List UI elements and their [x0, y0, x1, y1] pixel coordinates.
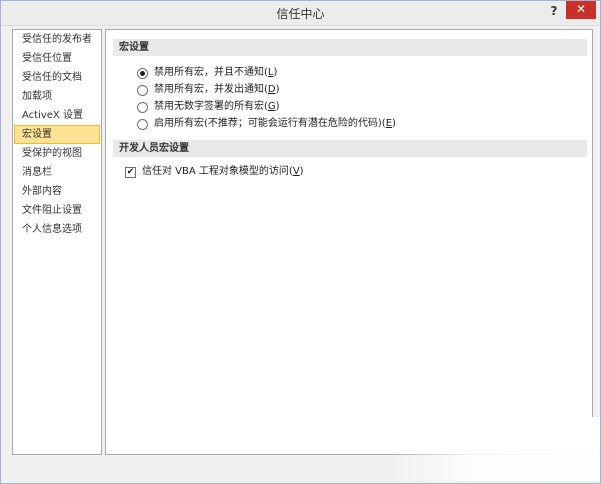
sidebar-item-label: 受信任的文档 — [22, 72, 82, 83]
sidebar-item-macro-settings[interactable]: 宏设置 — [14, 125, 100, 144]
sidebar-item-trusted-locations[interactable]: 受信任位置 — [14, 49, 100, 68]
sidebar-item-message-bar[interactable]: 消息栏 — [14, 163, 100, 182]
sidebar-item-add-ins[interactable]: 加载项 — [14, 87, 100, 106]
sidebar-item-label: 宏设置 — [22, 129, 52, 140]
sidebar-item-external-content[interactable]: 外部内容 — [14, 182, 100, 201]
settings-panel: 宏设置 禁用所有宏，并且不通知(L) 禁用所有宏，并发出通知(D) 禁用无数字签… — [105, 29, 593, 455]
sidebar-item-label: 文件阻止设置 — [22, 205, 82, 216]
sidebar-item-label: ActiveX 设置 — [22, 110, 83, 121]
sidebar-item-trusted-documents[interactable]: 受信任的文档 — [14, 68, 100, 87]
sidebar-item-privacy-options[interactable]: 个人信息选项 — [14, 220, 100, 239]
trust-center-window: 信任中心 ? ✕ 受信任的发布者 受信任位置 受信任的文档 加载项 Active… — [0, 0, 601, 484]
radio-button[interactable] — [137, 119, 148, 130]
radio-button[interactable] — [137, 68, 148, 79]
macro-settings-header: 宏设置 — [113, 39, 587, 56]
option-label: 禁用所有宏，并发出通知(D) — [154, 84, 280, 95]
close-button[interactable]: ✕ — [566, 1, 596, 19]
developer-macro-settings-header: 开发人员宏设置 — [113, 140, 587, 157]
category-sidebar: 受信任的发布者 受信任位置 受信任的文档 加载项 ActiveX 设置 宏设置 … — [12, 29, 102, 455]
radio-button[interactable] — [137, 85, 148, 96]
close-icon: ✕ — [575, 2, 587, 16]
sidebar-item-label: 个人信息选项 — [22, 224, 82, 235]
sidebar-item-trusted-publishers[interactable]: 受信任的发布者 — [14, 30, 100, 49]
help-button[interactable]: ? — [547, 3, 561, 19]
window-title: 信任中心 — [276, 7, 325, 21]
sidebar-item-label: 加载项 — [22, 91, 52, 102]
option-label: 启用所有宏(不推荐；可能会运行有潜在危险的代码)(E) — [154, 118, 396, 129]
sidebar-item-label: 外部内容 — [22, 186, 62, 197]
option-label: 信任对 VBA 工程对象模型的访问(V) — [142, 166, 304, 177]
option-label: 禁用无数字签署的所有宏(G) — [154, 101, 280, 112]
title-bar: 信任中心 ? ✕ — [1, 1, 600, 26]
sidebar-item-label: 受信任位置 — [22, 53, 72, 64]
sidebar-item-label: 消息栏 — [22, 167, 52, 178]
sidebar-item-activex-settings[interactable]: ActiveX 设置 — [14, 106, 100, 125]
sidebar-item-label: 受信任的发布者 — [22, 34, 92, 45]
sidebar-item-protected-view[interactable]: 受保护的视图 — [14, 144, 100, 163]
radio-button[interactable] — [137, 102, 148, 113]
option-label: 禁用所有宏，并且不通知(L) — [154, 67, 278, 78]
sidebar-item-file-block-settings[interactable]: 文件阻止设置 — [14, 201, 100, 220]
sidebar-item-label: 受保护的视图 — [22, 148, 82, 159]
checkmark-icon: ✔ — [126, 167, 135, 177]
trust-vba-checkbox[interactable]: ✔ — [125, 167, 136, 178]
